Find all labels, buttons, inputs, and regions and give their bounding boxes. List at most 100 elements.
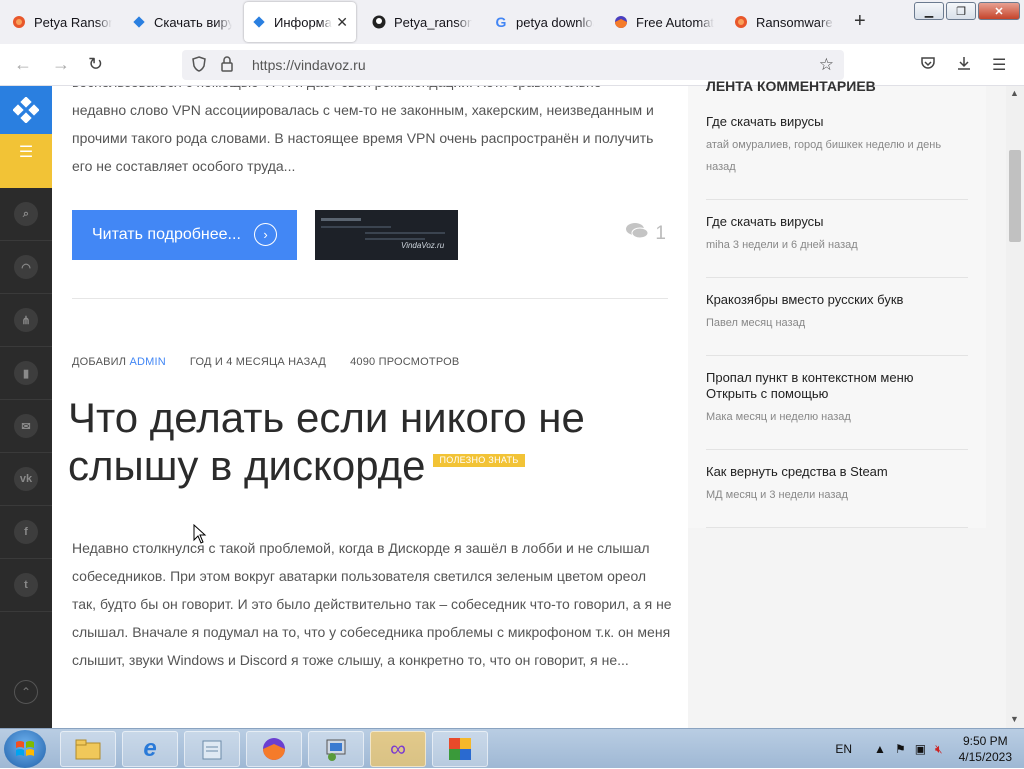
pocket-icon[interactable] xyxy=(920,55,936,76)
minimize-button[interactable]: ▁ xyxy=(914,2,944,20)
article-title-text[interactable]: Что делать если никого не слышу в дискор… xyxy=(68,394,585,489)
tab-information[interactable]: Информация ✕ xyxy=(244,2,356,42)
article-title[interactable]: Что делать если никого не слышу в дискор… xyxy=(68,394,668,490)
excerpt-line: воспользоваться с помощью VPN и даёт сво… xyxy=(72,86,672,96)
volume-muted-icon[interactable]: 🔇︎ xyxy=(935,742,943,757)
taskbar-setup[interactable] xyxy=(308,731,364,767)
post-thumbnail[interactable]: VindaVoz.ru xyxy=(315,210,458,260)
comment-post-title[interactable]: Где скачать вирусы xyxy=(706,114,968,130)
excerpt-line: прочими такого рода словами. В настоящее… xyxy=(72,130,654,146)
taskbar-app-infinity[interactable]: ∞ xyxy=(370,731,426,767)
twitter-button[interactable]: t xyxy=(0,559,52,612)
taskbar-ie[interactable]: e xyxy=(122,731,178,767)
taskbar-explorer[interactable] xyxy=(60,731,116,767)
mail-button[interactable]: ✉ xyxy=(0,400,52,453)
comment-item[interactable]: Пропал пункт в контекстном меню Открыть … xyxy=(706,370,968,450)
comments-count[interactable]: 1 xyxy=(625,222,666,245)
start-button[interactable] xyxy=(4,730,46,768)
left-social-bar: ☰ ⌕ ◠ ⋔ ▮ ✉ vk f t ⌃ xyxy=(0,86,52,728)
tab-petya-ransomware[interactable]: Petya Ransomware xyxy=(4,2,122,42)
bookmark-star-icon[interactable]: ☆ xyxy=(819,55,834,75)
comment-post-title[interactable]: Кракозябры вместо русских букв xyxy=(706,292,968,308)
lock-icon[interactable] xyxy=(220,55,238,75)
scroll-top-button[interactable]: ⌃ xyxy=(14,680,38,704)
search-button[interactable]: ⌕ xyxy=(0,188,52,241)
comment-post-title[interactable]: Пропал пункт в контекстном меню Открыть … xyxy=(706,370,968,402)
maximize-button[interactable]: ❐ xyxy=(946,2,976,20)
taskbar-firefox[interactable] xyxy=(246,731,302,767)
comment-meta: МД месяц и 3 недели назад xyxy=(706,489,848,501)
tab-ransomware-samples[interactable]: Ransomware Samples xyxy=(726,2,844,42)
tab-label: Информация xyxy=(274,14,332,30)
page-scrollbar[interactable]: ▲ ▼ xyxy=(1006,86,1024,728)
sitemap-icon: ⋔ xyxy=(14,308,38,332)
site-logo[interactable] xyxy=(0,86,52,134)
sitemap-button[interactable]: ⋔ xyxy=(0,294,52,347)
tab-free-automated[interactable]: Free Automated xyxy=(606,2,724,42)
tab-petya-github[interactable]: Petya_ransomware xyxy=(364,2,482,42)
bookmark-button[interactable]: ▮ xyxy=(0,347,52,400)
meta-date: ГОД И 4 МЕСЯЦА НАЗАД xyxy=(189,356,327,368)
comment-post-title[interactable]: Как вернуть средства в Steam xyxy=(706,464,968,480)
url-text[interactable]: https://vindavoz.ru xyxy=(252,57,366,73)
shield-icon[interactable] xyxy=(192,55,210,75)
category-tag[interactable]: ПОЛЕЗНО ЗНАТЬ xyxy=(433,454,525,468)
vk-icon: vk xyxy=(14,467,38,491)
comment-meta: Мака месяц и неделю назад xyxy=(706,411,851,423)
tab-label: Ransomware Samples xyxy=(756,14,834,30)
taskbar-notepad[interactable] xyxy=(184,731,240,767)
meta-added-by: ДОБАВИЛ xyxy=(72,356,127,368)
comments-feed-heading: ЛЕНТА КОММЕНТАРИЕВ xyxy=(706,78,876,94)
excerpt-line: недавно слово VPN ассоциировалась с чем-… xyxy=(72,102,654,118)
firefox-red-icon xyxy=(12,15,26,29)
downloads-icon[interactable] xyxy=(956,55,972,76)
comment-meta: атай омуралиев, город бишкек неделю и де… xyxy=(706,139,942,173)
forward-arrow-icon[interactable]: → xyxy=(52,54,70,75)
tab-petya-download[interactable]: G petya download xyxy=(486,2,604,42)
scroll-up-icon[interactable]: ▲ xyxy=(1010,88,1019,98)
comments-icon xyxy=(625,222,649,245)
post-divider xyxy=(72,298,668,299)
taskbar-app-colors[interactable] xyxy=(432,731,488,767)
tab-label: Petya Ransomware xyxy=(34,14,112,30)
language-indicator[interactable]: EN xyxy=(835,742,852,756)
scroll-down-icon[interactable]: ▼ xyxy=(1010,714,1019,724)
comment-item[interactable]: Где скачать вирусы атай омуралиев, город… xyxy=(706,114,968,200)
comment-post-title[interactable]: Где скачать вирусы xyxy=(706,214,968,230)
facebook-icon: f xyxy=(14,520,38,544)
action-center-flag-icon[interactable]: ⚑ xyxy=(895,742,906,757)
tab-download-viruses[interactable]: Скачать вирусы xyxy=(124,2,242,42)
show-hidden-icons-icon[interactable]: ▲ xyxy=(874,742,886,757)
close-tab-icon[interactable]: ✕ xyxy=(336,14,348,31)
menu-toggle-button[interactable]: ☰ xyxy=(0,134,52,188)
menu-icon[interactable]: ☰ xyxy=(992,55,1006,75)
read-more-button[interactable]: Читать подробнее... › xyxy=(72,210,297,260)
address-bar[interactable]: https://vindavoz.ru ☆ xyxy=(182,50,844,80)
firefox-icon xyxy=(614,15,628,29)
new-tab-button[interactable]: + xyxy=(854,10,866,33)
right-sidebar: ЛЕНТА КОММЕНТАРИЕВ Где скачать вирусы ат… xyxy=(688,78,1006,728)
rss-button[interactable]: ◠ xyxy=(0,241,52,294)
network-icon[interactable]: ▣ xyxy=(915,742,926,757)
meta-author-link[interactable]: ADMIN xyxy=(129,356,165,368)
excerpt-line: его не составляет особого труда... xyxy=(72,158,296,174)
close-window-button[interactable]: ✕ xyxy=(978,2,1020,20)
vk-button[interactable]: vk xyxy=(0,453,52,506)
multicolor-app-icon xyxy=(449,738,471,760)
firefox-icon xyxy=(263,738,285,760)
comment-item[interactable]: Кракозябры вместо русских букв Павел мес… xyxy=(706,292,968,356)
tab-label: petya download xyxy=(516,14,594,30)
back-arrow-icon[interactable]: ← xyxy=(14,54,32,75)
twitter-icon: t xyxy=(14,573,38,597)
facebook-button[interactable]: f xyxy=(0,506,52,559)
comment-item[interactable]: Как вернуть средства в Steam МД месяц и … xyxy=(706,464,968,528)
reload-icon[interactable]: ↻ xyxy=(88,54,103,75)
installer-icon xyxy=(326,739,346,761)
infinity-icon: ∞ xyxy=(390,736,406,761)
system-tray: EN ▲ ⚑ ▣ 🔇︎ 9:50 PM 4/15/2023 xyxy=(835,729,1016,769)
meta-views: 4090 ПРОСМОТРОВ xyxy=(350,356,460,368)
clock[interactable]: 9:50 PM 4/15/2023 xyxy=(959,733,1012,765)
google-icon: G xyxy=(495,14,507,30)
comment-item[interactable]: Где скачать вирусы miha 3 недели и 6 дне… xyxy=(706,214,968,278)
scrollbar-thumb[interactable] xyxy=(1009,150,1021,242)
